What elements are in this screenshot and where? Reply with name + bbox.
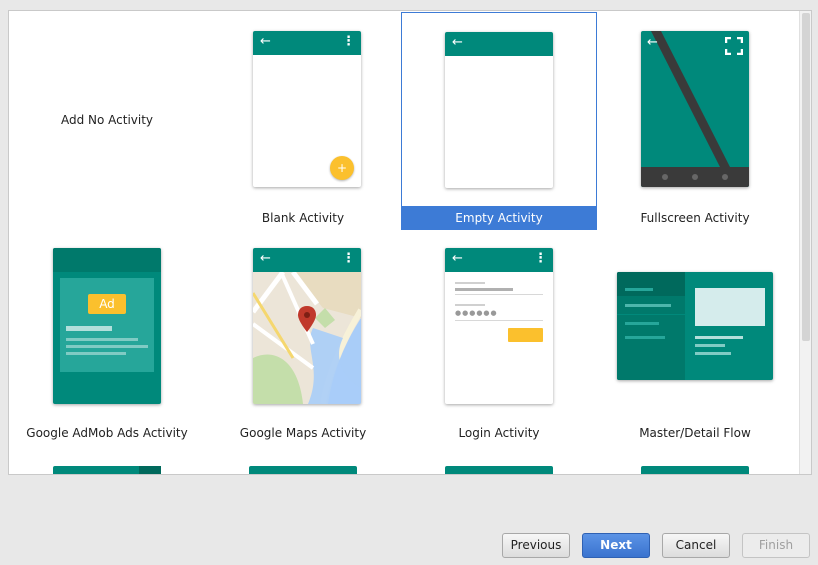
back-arrow-icon: ←	[260, 34, 271, 49]
detail-image	[695, 288, 765, 326]
scrollbar-thumb[interactable]	[802, 13, 810, 341]
fullscreen-activity-preview: ←	[641, 31, 749, 187]
overflow-menu-icon: ⋮	[534, 251, 547, 266]
app-bar: ← ⋮	[253, 31, 361, 55]
fullscreen-icon	[725, 37, 743, 55]
partial-tile-preview[interactable]	[249, 466, 357, 474]
tile-google-admob-ads-activity[interactable]: Ad Google AdMob Ads Activity	[9, 230, 205, 448]
back-arrow-icon: ←	[452, 35, 463, 50]
app-bar: ← ⋮	[253, 248, 361, 272]
finish-button: Finish	[742, 533, 810, 558]
login-activity-preview: ← ⋮ ●●●●●●	[445, 248, 553, 404]
app-bar: ←	[445, 32, 553, 56]
maps-activity-preview: ← ⋮	[253, 248, 361, 404]
master-detail-preview	[617, 272, 773, 380]
fab-plus-icon: +	[330, 156, 354, 180]
overflow-menu-icon: ⋮	[342, 251, 355, 266]
vertical-scrollbar[interactable]	[799, 11, 811, 474]
tile-blank-activity[interactable]: ← ⋮ + Blank Activity	[205, 12, 401, 230]
tile-empty-activity[interactable]: ← Empty Activity	[401, 12, 597, 230]
tile-google-maps-activity[interactable]: ← ⋮ Google Maps Activity	[205, 230, 401, 448]
ad-card: Ad	[60, 278, 154, 372]
back-arrow-icon: ←	[260, 251, 271, 266]
back-arrow-icon: ←	[452, 251, 463, 266]
sign-in-button-preview	[508, 328, 543, 342]
next-button[interactable]: Next	[582, 533, 650, 558]
tile-label: Google AdMob Ads Activity	[26, 426, 188, 440]
previous-button[interactable]: Previous	[502, 533, 570, 558]
map-pin-icon	[298, 306, 316, 332]
tile-label: Google Maps Activity	[239, 426, 367, 440]
admob-activity-preview: Ad	[53, 248, 161, 404]
tile-label: Login Activity	[458, 426, 540, 440]
tile-label: Add No Activity	[60, 113, 154, 127]
tile-login-activity[interactable]: ← ⋮ ●●●●●● Login Activity	[401, 230, 597, 448]
activity-gallery: Add No Activity ← ⋮ + Blank Activity ← E…	[8, 10, 812, 475]
tile-label: Empty Activity	[401, 206, 597, 230]
tile-add-no-activity[interactable]: Add No Activity	[9, 12, 205, 230]
password-dots: ●●●●●●	[455, 309, 498, 317]
tile-fullscreen-activity[interactable]: ← Fullscreen Activity	[597, 12, 793, 230]
partial-tile-preview[interactable]	[445, 466, 553, 474]
email-line	[455, 288, 513, 291]
empty-activity-preview: ←	[445, 32, 553, 188]
partial-tile-preview[interactable]	[53, 466, 161, 474]
ad-badge: Ad	[88, 294, 126, 314]
partial-tile-preview[interactable]	[641, 466, 749, 474]
tile-label: Blank Activity	[261, 211, 345, 225]
tile-master-detail-flow[interactable]: Master/Detail Flow	[597, 230, 793, 448]
master-pane	[617, 272, 685, 380]
blank-activity-preview: ← ⋮ +	[253, 31, 361, 187]
wizard-button-bar: Previous Next Cancel Finish	[0, 533, 818, 558]
app-bar: ← ⋮	[445, 248, 553, 272]
overflow-menu-icon: ⋮	[342, 34, 355, 49]
tile-label: Master/Detail Flow	[639, 426, 751, 440]
cancel-button[interactable]: Cancel	[662, 533, 730, 558]
tile-label: Fullscreen Activity	[640, 211, 750, 225]
back-arrow-icon: ←	[647, 35, 658, 50]
